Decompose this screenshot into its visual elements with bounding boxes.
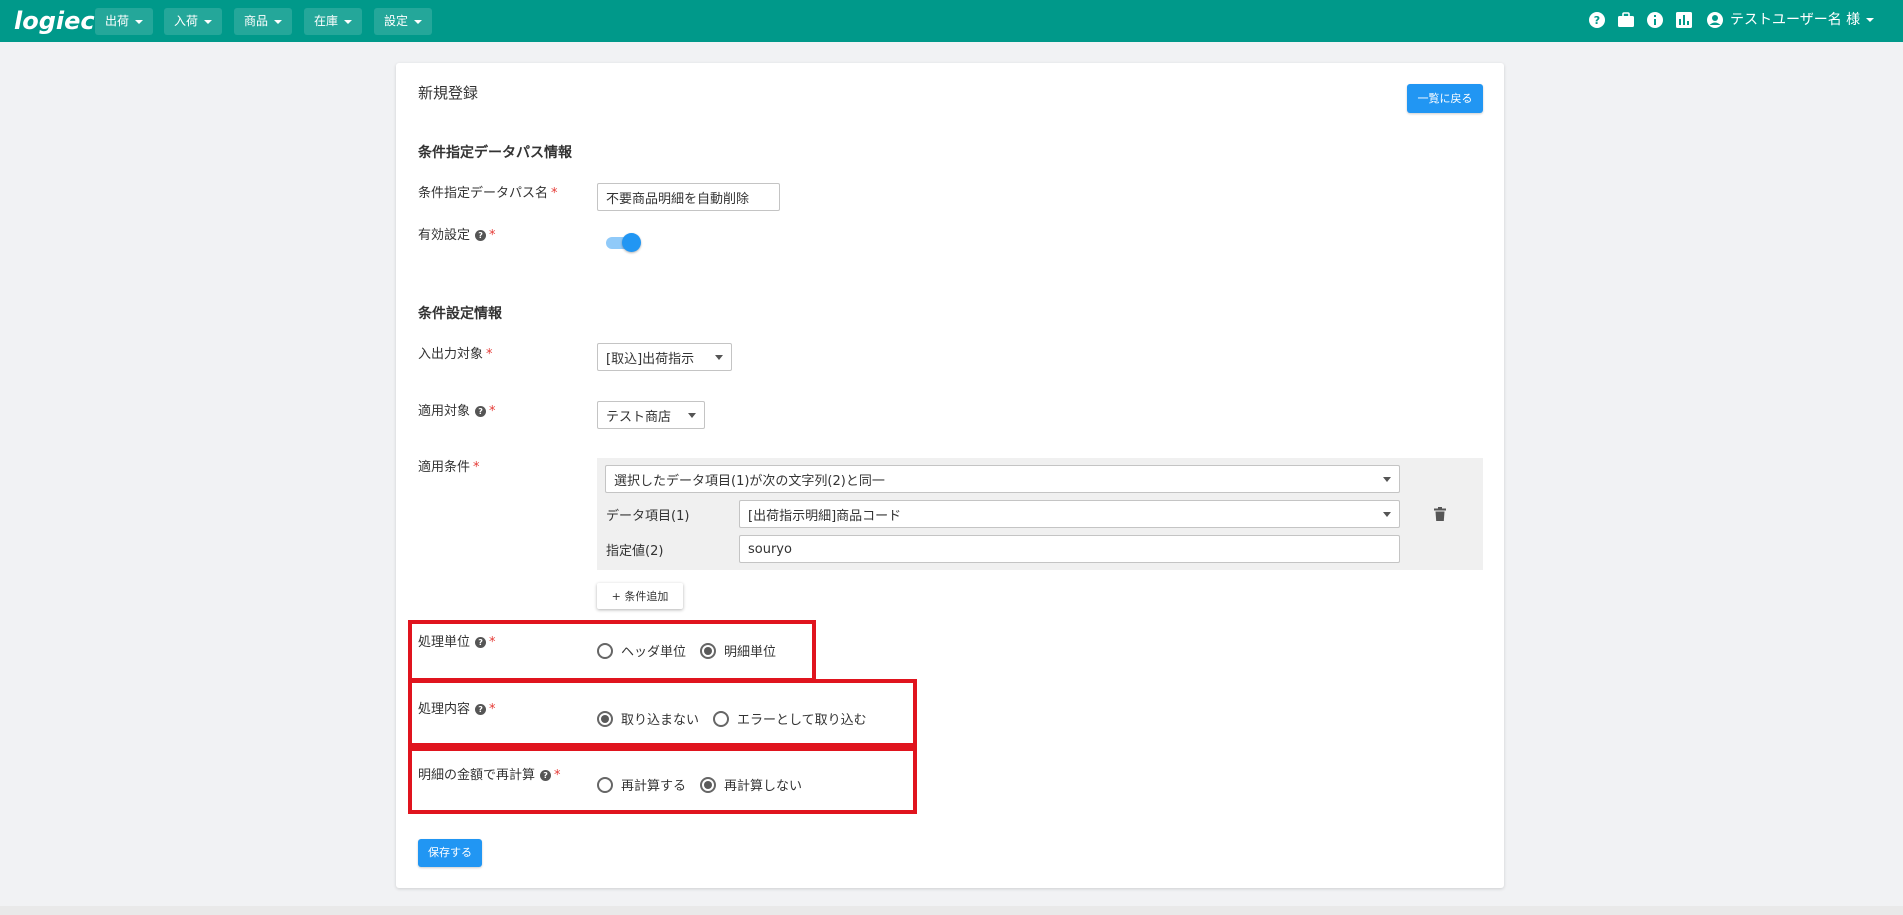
required-mark: * — [486, 347, 493, 362]
radio-recalculate-label[interactable]: 再計算する — [621, 775, 686, 794]
menu-settings[interactable]: 設定 — [374, 8, 433, 35]
required-mark: * — [551, 186, 558, 201]
processing-unit-label: 処理単位? * — [418, 631, 496, 650]
condition-type-value: 選択したデータ項目(1)が次の文字列(2)と同一 — [614, 473, 885, 489]
top-navbar: logiec 出荷 入荷 商品 在庫 設定 ? テストユーザー名 様 — [0, 0, 1903, 42]
io-target-label: 入出力対象 * — [418, 343, 493, 362]
menu-receiving[interactable]: 入荷 — [164, 8, 223, 35]
chevron-down-icon — [715, 354, 723, 360]
io-target-select[interactable]: [取込]出荷指示 — [597, 343, 732, 371]
menu-inventory-label: 在庫 — [314, 14, 339, 28]
radio-no-recalculate-label[interactable]: 再計算しない — [724, 775, 802, 794]
menu-receiving-label: 入荷 — [174, 14, 199, 28]
chevron-down-icon — [1383, 476, 1391, 482]
radio-detail-unit[interactable] — [700, 642, 717, 659]
help-icon[interactable]: ? — [475, 637, 487, 648]
chevron-down-icon — [688, 412, 696, 418]
radio-recalculate[interactable] — [597, 776, 613, 793]
help-icon[interactable]: ? — [475, 406, 487, 417]
processing-content-label-text: 処理内容 — [418, 702, 471, 717]
radio-do-not-import-label[interactable]: 取り込まない — [621, 709, 699, 728]
svg-text:?: ? — [1594, 14, 1600, 27]
datapath-name-label-text: 条件指定データパス名 — [418, 186, 549, 201]
datapath-name-input[interactable]: 不要商品明細を自動削除 — [597, 183, 780, 211]
user-name: テストユーザー名 様 — [1730, 12, 1861, 28]
condition-type-select[interactable]: 選択したデータ項目(1)が次の文字列(2)と同一 — [605, 465, 1400, 493]
footer-strip — [0, 906, 1903, 915]
required-mark: * — [489, 635, 496, 650]
recalc-label-text: 明細の金額で再計算 — [418, 768, 536, 783]
data-item-label: データ項目(1) — [606, 509, 690, 524]
required-mark: * — [489, 228, 496, 243]
apply-condition-label-text: 適用条件 — [418, 460, 471, 475]
apply-target-label: 適用対象? * — [418, 400, 496, 419]
processing-content-radio-group: 取り込まない エラーとして取り込む — [597, 709, 881, 728]
delete-icon[interactable] — [1434, 507, 1446, 521]
enabled-label: 有効設定? * — [418, 224, 496, 243]
help-icon[interactable]: ? — [1588, 11, 1606, 29]
menu-shipping[interactable]: 出荷 — [95, 8, 154, 35]
recalc-label: 明細の金額で再計算? * — [418, 764, 561, 783]
enabled-label-text: 有効設定 — [418, 228, 471, 243]
chevron-down-icon — [135, 19, 144, 24]
io-target-label-text: 入出力対象 — [418, 347, 484, 362]
chevron-down-icon — [274, 19, 283, 24]
processing-content-label: 処理内容? * — [418, 698, 496, 717]
recalc-radio-group: 再計算する 再計算しない — [597, 775, 816, 794]
chevron-down-icon — [204, 19, 213, 24]
required-mark: * — [489, 702, 496, 717]
radio-import-as-error-label[interactable]: エラーとして取り込む — [737, 709, 867, 728]
processing-unit-label-text: 処理単位 — [418, 635, 471, 650]
apply-target-value: テスト商店 — [606, 409, 672, 425]
radio-do-not-import[interactable] — [597, 710, 613, 727]
spec-value-label: 指定値(2) — [606, 544, 664, 559]
radio-header-unit-label[interactable]: ヘッダ単位 — [621, 641, 686, 660]
help-icon[interactable]: ? — [475, 230, 487, 241]
io-target-value: [取込]出荷指示 — [606, 351, 695, 367]
user-menu[interactable]: テストユーザー名 様 — [1706, 9, 1875, 31]
data-item-select[interactable]: [出荷指示明細]商品コード — [739, 500, 1400, 528]
apply-condition-label: 適用条件 * — [418, 456, 480, 475]
required-mark: * — [473, 460, 480, 475]
data-item-value: [出荷指示明細]商品コード — [748, 508, 902, 524]
section-title-conditions: 条件設定情報 — [418, 306, 502, 322]
apply-target-label-text: 適用対象 — [418, 404, 471, 419]
radio-no-recalculate[interactable] — [700, 776, 717, 793]
enabled-toggle-knob[interactable] — [622, 233, 641, 252]
logo[interactable]: logiec — [14, 7, 95, 35]
radio-header-unit[interactable] — [597, 642, 613, 659]
datapath-name-label: 条件指定データパス名 * — [418, 182, 558, 201]
radio-detail-unit-label[interactable]: 明細単位 — [724, 641, 776, 660]
chevron-down-icon — [414, 19, 423, 24]
menu-shipping-label: 出荷 — [105, 14, 130, 28]
page-title: 新規登録 — [418, 84, 479, 102]
processing-unit-radio-group: ヘッダ単位 明細単位 — [597, 641, 790, 660]
chart-icon[interactable] — [1675, 11, 1693, 29]
save-button[interactable]: 保存する — [418, 839, 482, 867]
add-condition-button[interactable]: + 条件追加 — [597, 583, 683, 609]
menu-products[interactable]: 商品 — [234, 8, 293, 35]
menu-products-label: 商品 — [244, 14, 269, 28]
required-mark: * — [489, 404, 496, 419]
chevron-down-icon — [1383, 511, 1391, 517]
help-icon[interactable]: ? — [540, 770, 552, 781]
required-mark: * — [554, 768, 561, 783]
apply-target-select[interactable]: テスト商店 — [597, 401, 705, 429]
radio-import-as-error[interactable] — [713, 710, 730, 727]
account-circle-icon — [1707, 12, 1723, 28]
briefcase-icon[interactable] — [1617, 11, 1635, 29]
chevron-down-icon — [344, 19, 353, 24]
chevron-down-icon — [1866, 18, 1875, 22]
help-icon[interactable]: ? — [475, 704, 487, 715]
back-to-list-button[interactable]: 一覧に戻る — [1407, 84, 1483, 113]
menu-inventory[interactable]: 在庫 — [304, 8, 363, 35]
form-card: 新規登録 一覧に戻る 条件指定データパス情報 条件指定データパス名 * 不要商品明… — [396, 63, 1504, 888]
section-title-datapath: 条件指定データパス情報 — [418, 145, 572, 161]
spec-value-input[interactable]: souryo — [739, 535, 1400, 563]
info-icon[interactable] — [1646, 11, 1664, 29]
menu-settings-label: 設定 — [384, 14, 409, 28]
